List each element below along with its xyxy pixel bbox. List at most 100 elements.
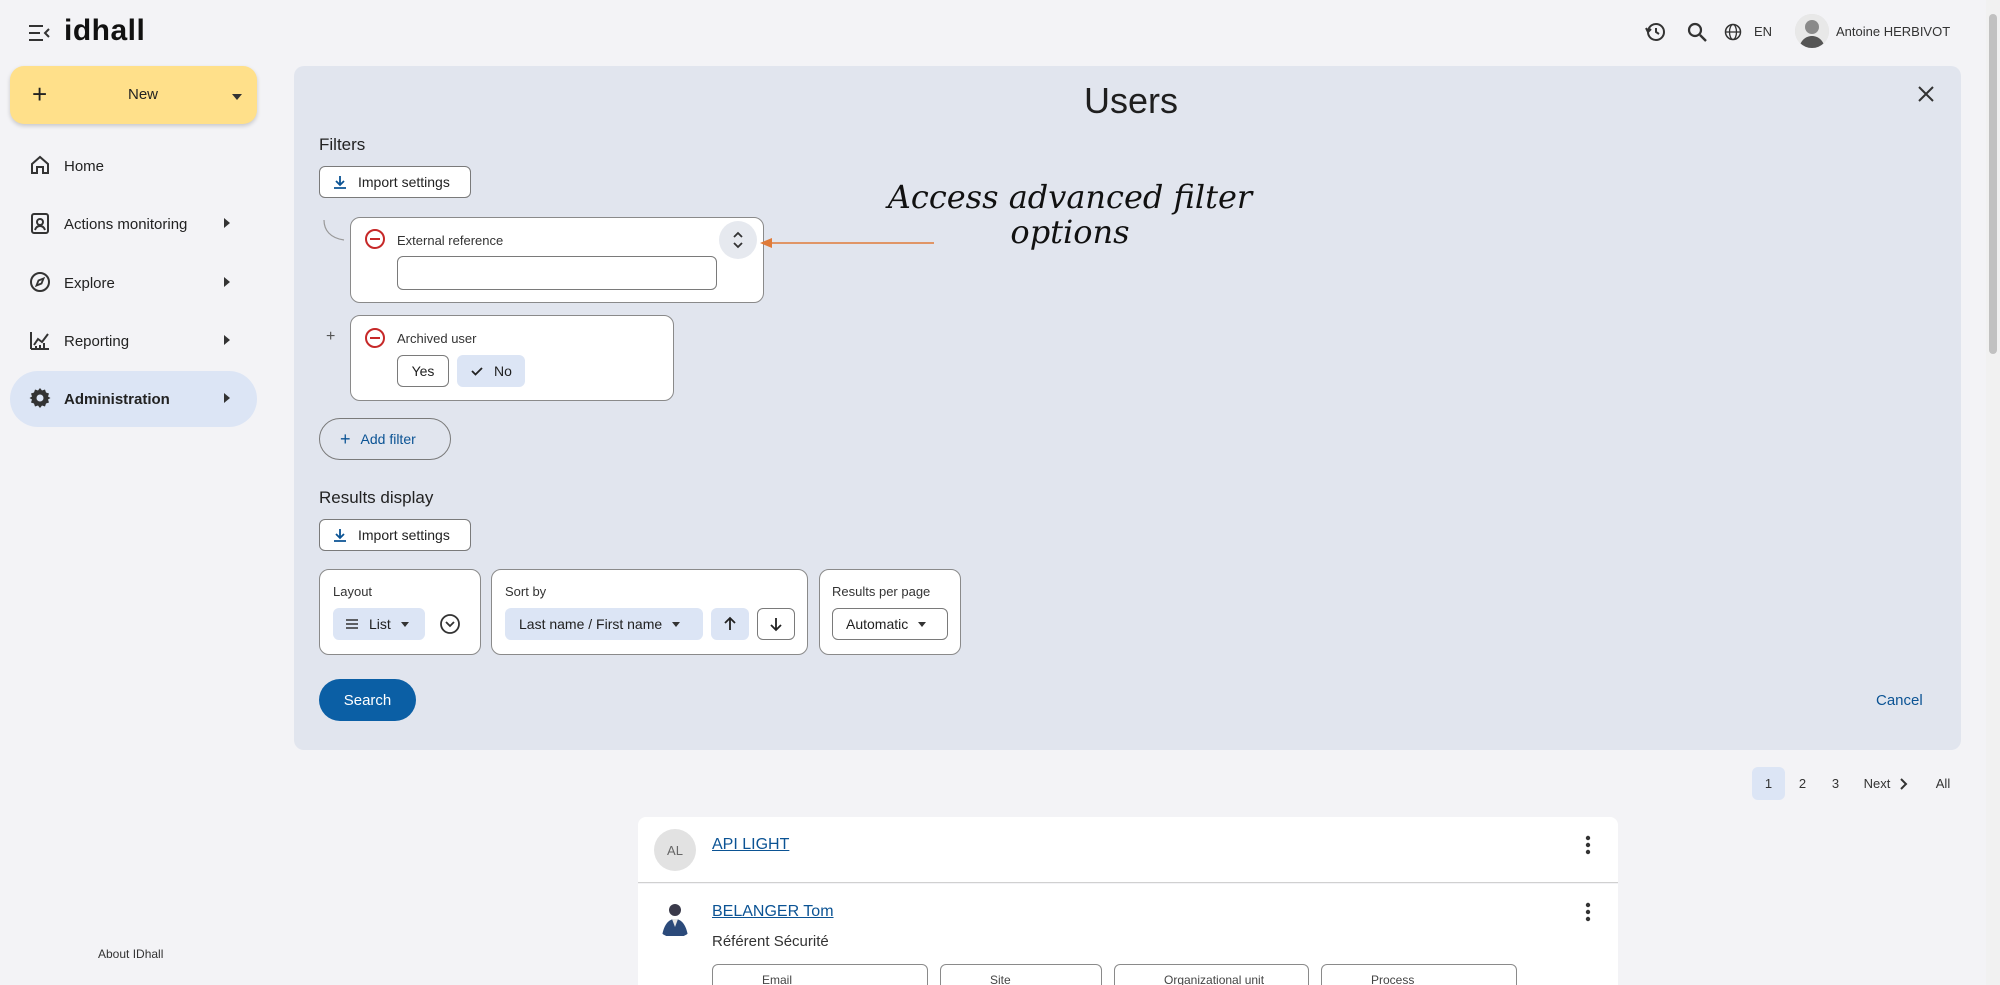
sidebar-item-reporting[interactable]: Reporting [10,313,257,369]
results-per-page-select[interactable]: Automatic [832,608,948,640]
chart-icon [28,328,54,354]
more-options-icon[interactable] [1584,901,1592,923]
results-per-page-value: Automatic [846,616,909,632]
import-settings-label: Import settings [358,174,450,190]
external-reference-input[interactable] [397,256,717,290]
result-name-link[interactable]: API LIGHT [712,836,789,854]
annotation-line-1: Access advanced filter [887,178,1253,216]
caret-down-icon [232,94,242,100]
result-name-link[interactable]: BELANGER Tom [712,903,834,921]
remove-filter-icon[interactable] [364,327,386,349]
filter-label: External reference [397,233,504,248]
add-filter-button[interactable]: + Add filter [319,418,451,460]
site-field[interactable] [940,964,1102,985]
caret-right-icon [224,277,230,287]
arrow-down-icon [770,618,782,632]
field-label: Process [1371,973,1415,985]
field-label: Email [762,973,793,985]
new-button-label: New [128,86,159,103]
download-icon [334,176,346,189]
results-per-page-title: Results per page [832,584,931,599]
sidebar-item-label: Actions monitoring [64,216,188,233]
user-name[interactable]: Antoine HERBIVOT [1836,24,1950,39]
sidebar-item-label: Reporting [64,333,130,350]
user-avatar[interactable] [1795,14,1829,48]
download-icon [334,529,346,542]
app-logo[interactable]: idhall [64,14,145,48]
annotation-text: Access advanced filter options [880,180,1260,250]
globe-icon[interactable] [1722,18,1744,46]
filters-title: Filters [319,135,366,154]
page-1-button[interactable]: 1 [1752,767,1785,800]
more-options-icon[interactable] [1584,834,1592,856]
home-icon [28,153,54,179]
page-title: Users [1084,80,1179,121]
add-filter-label: Add filter [360,431,416,447]
history-icon[interactable] [1642,18,1670,46]
expand-circle-icon[interactable] [439,613,461,635]
close-icon[interactable] [1914,82,1938,106]
option-no-label: No [494,363,512,379]
avatar [654,896,696,938]
caret-right-icon [224,335,230,345]
top-bar: idhall EN Antoine HERBIVOT [0,0,1986,64]
process-field[interactable] [1321,964,1517,985]
field-label: Site [990,973,1011,985]
caret-down-icon [672,621,681,627]
new-button[interactable]: + New [10,66,257,124]
sidebar-item-label: Explore [64,275,115,292]
sidebar-item-home[interactable]: Home [10,138,257,194]
filter-group-connector [323,219,345,241]
language-selector[interactable]: EN [1754,24,1772,39]
check-icon [471,367,483,376]
remove-filter-icon[interactable] [364,228,386,250]
about-link[interactable]: About IDhall [98,947,163,961]
search-button[interactable]: Search [319,679,416,721]
sidebar-item-explore[interactable]: Explore [10,255,257,311]
plus-icon: + [340,428,351,449]
chevron-right-icon [1900,777,1908,790]
compass-icon [28,270,54,296]
page-3-button[interactable]: 3 [1819,767,1852,800]
layout-value: List [369,616,391,632]
sidebar-item-label: Home [64,158,105,175]
sort-descending-button[interactable] [757,608,795,640]
annotation-line-2: options [1010,213,1130,251]
sort-by-value: Last name / First name [519,616,663,632]
import-settings-button[interactable]: Import settings [319,166,471,198]
caret-right-icon [224,218,230,228]
plus-icon: + [32,79,48,109]
option-yes[interactable]: Yes [397,355,449,387]
sidebar-item-actions-monitoring[interactable]: Actions monitoring [10,196,257,252]
unfold-icon [733,231,743,249]
page-2-button[interactable]: 2 [1786,767,1819,800]
arrow-up-icon [724,616,736,630]
menu-collapse-icon[interactable] [26,20,52,46]
scrollbar-thumb[interactable] [1989,14,1997,354]
clipboard-user-icon [28,211,54,237]
caret-right-icon [224,393,230,403]
next-page-button[interactable]: Next [1857,767,1917,800]
layout-title: Layout [333,584,373,599]
sort-by-select[interactable]: Last name / First name [505,608,703,640]
next-label: Next [1863,776,1891,791]
results-display-title: Results display [319,488,434,507]
sidebar-item-administration[interactable]: Administration [10,371,257,427]
list-icon [346,619,358,629]
import-settings-button-2[interactable]: Import settings [319,519,471,551]
plus-icon[interactable]: + [326,328,335,346]
sort-ascending-button[interactable] [711,608,749,640]
option-no[interactable]: No [457,355,525,387]
email-field[interactable] [712,964,928,985]
all-pages-button[interactable]: All [1928,767,1958,800]
field-label: Organizational unit [1164,973,1265,985]
search-icon[interactable] [1683,18,1711,46]
layout-select[interactable]: List [333,608,425,640]
caret-down-icon [918,621,927,627]
expand-options-button[interactable] [719,221,757,259]
gear-icon [28,386,54,412]
import-settings-label: Import settings [358,527,450,543]
user-role: Référent Sécurité [712,933,829,950]
cancel-button[interactable]: Cancel [1876,692,1923,709]
filter-label: Archived user [397,331,477,346]
